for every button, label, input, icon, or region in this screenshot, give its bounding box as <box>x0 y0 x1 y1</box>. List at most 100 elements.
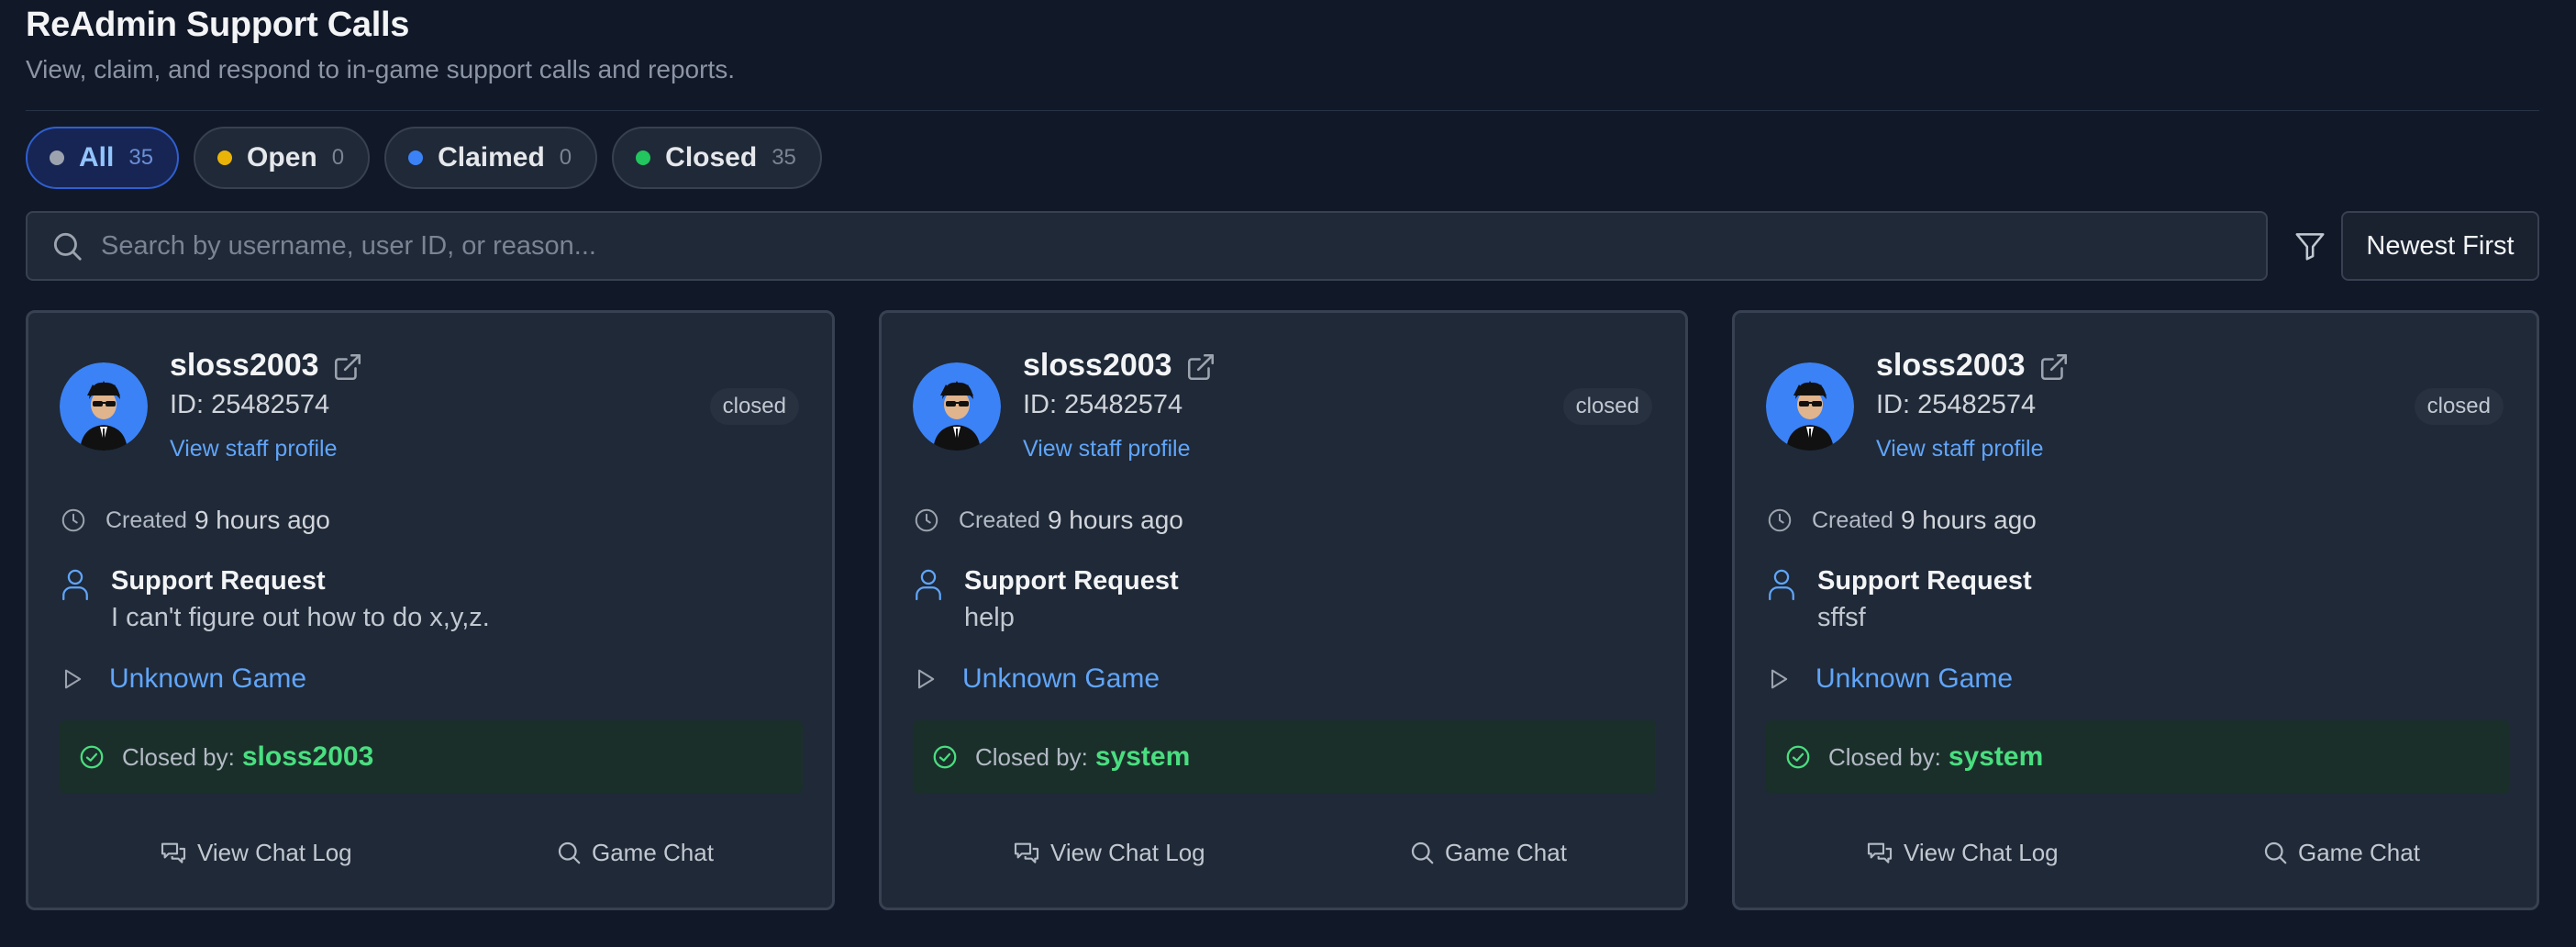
view-staff-profile-link[interactable]: View staff profile <box>1876 436 2044 462</box>
status-badge: closed <box>1562 388 1652 425</box>
check-circle-icon <box>1786 745 1810 769</box>
created-value: 9 hours ago <box>1900 506 2037 534</box>
play-icon <box>1771 669 1788 689</box>
avatar <box>913 362 1001 451</box>
view-chat-log-label: View Chat Log <box>1050 838 1205 866</box>
status-dot <box>217 150 233 165</box>
support-calls-page: ReAdmin Support Calls View, claim, and r… <box>26 0 2539 947</box>
created-label: Created <box>105 507 187 533</box>
page-title: ReAdmin Support Calls <box>26 6 410 44</box>
game-name: Unknown Game <box>1815 663 2014 694</box>
avatar <box>60 362 148 451</box>
check-circle-icon <box>80 745 104 769</box>
search-input[interactable] <box>84 213 2266 279</box>
user-icon <box>913 566 944 606</box>
closed-by-user: system <box>1948 741 2044 772</box>
external-link-icon[interactable] <box>2038 351 2070 387</box>
support-call-card: sloss2003 ID: 25482574 View staff profil… <box>26 310 835 910</box>
created-value: 9 hours ago <box>194 506 330 534</box>
status-dot <box>50 150 64 165</box>
view-chat-log-button[interactable]: View Chat Log <box>1012 827 1205 878</box>
play-icon <box>64 669 82 689</box>
game-chat-button[interactable]: Game Chat <box>555 827 714 878</box>
request-reason: help <box>964 603 1015 632</box>
tab-label: Claimed <box>438 142 545 173</box>
filter-icon <box>2295 233 2325 261</box>
filter-button[interactable] <box>2290 226 2330 266</box>
username: sloss2003 <box>1876 348 2026 383</box>
closed-by-box: Closed by: system <box>1766 720 2509 794</box>
header-divider <box>26 110 2539 111</box>
created-row: Created 9 hours ago <box>60 506 330 535</box>
tab-open[interactable]: Open 0 <box>194 127 371 189</box>
game-link[interactable]: Unknown Game <box>1766 663 2013 695</box>
external-link-icon[interactable] <box>1185 351 1216 387</box>
tab-all[interactable]: All 35 <box>26 127 180 189</box>
check-circle-icon <box>933 745 957 769</box>
game-chat-label: Game Chat <box>592 838 714 866</box>
status-dot <box>636 150 651 165</box>
closed-by-box: Closed by: system <box>913 720 1656 794</box>
game-chat-button[interactable]: Game Chat <box>1408 827 1567 878</box>
view-chat-log-button[interactable]: View Chat Log <box>159 827 352 878</box>
status-badge: closed <box>2414 388 2504 425</box>
search-icon <box>558 841 581 864</box>
user-id: ID: 25482574 <box>1023 390 1183 419</box>
tab-count: 0 <box>559 145 572 170</box>
chat-bubbles-icon <box>1014 842 1039 863</box>
game-name: Unknown Game <box>109 663 307 694</box>
tab-count: 0 <box>331 145 345 170</box>
external-link-icon[interactable] <box>332 351 363 387</box>
created-row: Created 9 hours ago <box>913 506 1183 535</box>
view-chat-log-button[interactable]: View Chat Log <box>1865 827 2059 878</box>
user-icon <box>1766 566 1797 606</box>
created-label: Created <box>1812 507 1893 533</box>
request-reason: sffsf <box>1817 603 1866 632</box>
view-chat-log-label: View Chat Log <box>197 838 352 866</box>
username: sloss2003 <box>1023 348 1172 383</box>
play-icon <box>917 669 935 689</box>
search-icon <box>53 232 82 261</box>
game-chat-label: Game Chat <box>2298 838 2420 866</box>
avatar <box>1766 362 1854 451</box>
created-row: Created 9 hours ago <box>1766 506 2037 535</box>
request-title: Support Request <box>964 566 1179 596</box>
chat-bubbles-icon <box>1867 842 1893 863</box>
status-filter-tabs: All 35 Open 0 Claimed 0 Closed 35 <box>26 127 822 189</box>
user-id: ID: 25482574 <box>1876 390 2037 419</box>
game-link[interactable]: Unknown Game <box>60 663 306 695</box>
game-chat-button[interactable]: Game Chat <box>2261 827 2420 878</box>
game-chat-label: Game Chat <box>1445 838 1567 866</box>
clock-icon <box>915 508 938 532</box>
closed-by-label: Closed by: <box>122 742 235 771</box>
created-value: 9 hours ago <box>1047 506 1183 534</box>
game-name: Unknown Game <box>962 663 1160 694</box>
closed-by-label: Closed by: <box>1828 742 1941 771</box>
page-subtitle: View, claim, and respond to in-game supp… <box>26 55 736 84</box>
status-badge: closed <box>709 388 799 425</box>
tab-label: Open <box>247 142 317 173</box>
tab-claimed[interactable]: Claimed 0 <box>384 127 598 189</box>
tab-label: All <box>79 142 115 173</box>
view-staff-profile-link[interactable]: View staff profile <box>1023 436 1191 462</box>
clock-icon <box>1768 508 1792 532</box>
view-staff-profile-link[interactable]: View staff profile <box>170 436 338 462</box>
closed-by-label: Closed by: <box>975 742 1088 771</box>
game-link[interactable]: Unknown Game <box>913 663 1160 695</box>
request-title: Support Request <box>111 566 326 596</box>
view-chat-log-label: View Chat Log <box>1904 838 2059 866</box>
tab-count: 35 <box>772 145 796 170</box>
clock-icon <box>61 508 85 532</box>
search-icon <box>1411 841 1434 864</box>
tab-closed[interactable]: Closed 35 <box>612 127 822 189</box>
request-reason: I can't figure out how to do x,y,z. <box>111 603 490 632</box>
card-actions: View Chat Log Game Chat <box>28 827 832 878</box>
user-icon <box>60 566 91 606</box>
sort-button[interactable]: Newest First <box>2341 211 2539 281</box>
search-icon <box>2264 841 2287 864</box>
closed-by-box: Closed by: sloss2003 <box>60 720 803 794</box>
status-dot <box>408 150 424 165</box>
card-actions: View Chat Log Game Chat <box>882 827 1685 878</box>
chat-bubbles-icon <box>161 842 186 863</box>
tab-label: Closed <box>665 142 758 173</box>
